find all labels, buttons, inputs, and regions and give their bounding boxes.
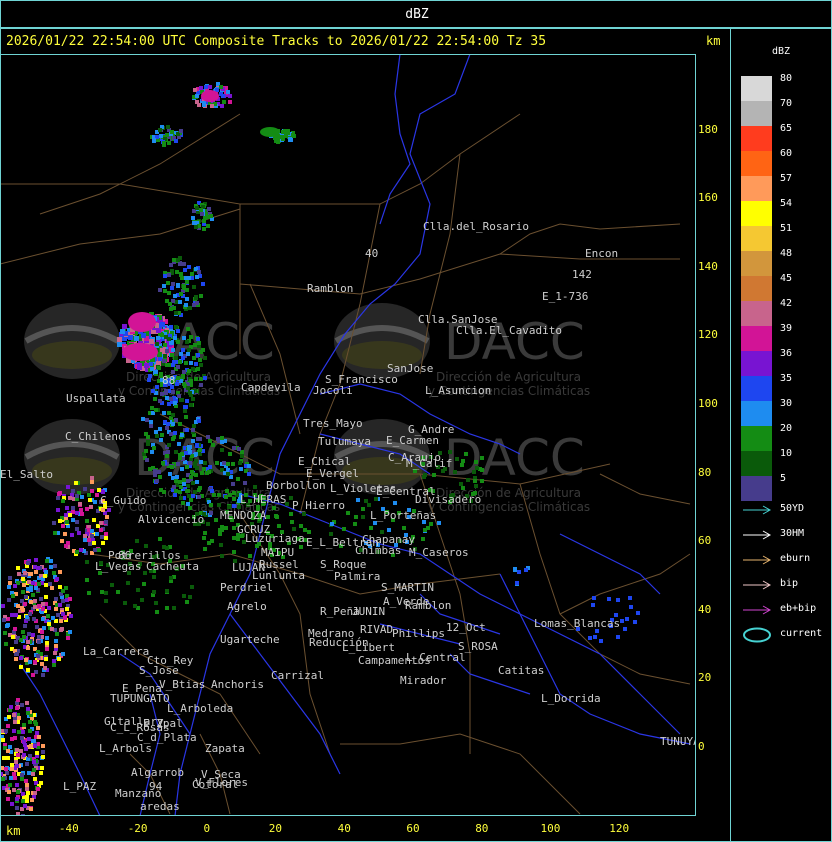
y-tick-label: 40 <box>698 602 712 616</box>
legend-swatch <box>741 201 772 226</box>
legend-swatch <box>741 251 772 276</box>
legend-level-label: 80 <box>780 73 793 84</box>
legend-swatch <box>741 326 772 351</box>
y-tick-label: 20 <box>698 671 712 685</box>
legend-level-label: 39 <box>780 323 793 334</box>
legend-level-label: 45 <box>780 273 793 284</box>
title-bar: dBZ <box>0 0 832 28</box>
track-symbol <box>742 627 774 643</box>
legend-swatch <box>741 301 772 326</box>
track-label: 30HM <box>780 528 805 539</box>
legend-level-label: 36 <box>780 348 793 359</box>
arrow-icon <box>743 580 772 590</box>
x-tick-label: 100 <box>540 822 561 835</box>
legend-swatch <box>741 176 772 201</box>
y-tick-label: 120 <box>698 328 718 342</box>
track-label: eb+bip <box>780 603 817 614</box>
x-tick-label: 120 <box>609 822 630 835</box>
track-symbol <box>742 502 774 516</box>
legend-level-label: 70 <box>780 98 793 109</box>
ellipse-icon <box>743 627 771 643</box>
legend-swatch <box>741 226 772 251</box>
x-tick-label: -20 <box>127 822 148 835</box>
legend-level-label: 10 <box>780 448 793 459</box>
legend-title: dBZ <box>772 46 791 57</box>
y-tick-label: 0 <box>698 740 705 753</box>
x-tick-label: 60 <box>406 822 420 835</box>
legend-swatch <box>741 351 772 376</box>
legend-level-label: 54 <box>780 198 793 209</box>
x-tick-label: 80 <box>475 822 489 835</box>
y-tick-label: 100 <box>698 397 718 410</box>
x-tick-label: 40 <box>337 822 351 835</box>
map-frame <box>0 54 696 816</box>
legend-level-label: 35 <box>780 373 793 384</box>
legend-swatch <box>741 276 772 301</box>
legend-level-label: 20 <box>780 423 793 434</box>
legend-level-label: 30 <box>780 398 793 409</box>
arrow-icon <box>743 505 772 515</box>
km-unit-bottom: km <box>6 824 21 838</box>
arrow-icon <box>743 605 772 615</box>
track-label: eburn <box>780 553 811 564</box>
legend-swatch <box>741 451 772 476</box>
arrow-icon <box>743 555 772 565</box>
legend-swatch <box>741 126 772 151</box>
km-unit-top: km <box>706 34 721 48</box>
y-tick-label: 180 <box>698 122 718 136</box>
legend-swatch <box>741 101 772 126</box>
track-symbol <box>742 602 774 616</box>
x-tick-label: 0 <box>203 822 211 835</box>
y-tick-label: 160 <box>698 191 718 205</box>
x-tick-label: 20 <box>268 822 283 835</box>
legend-swatch <box>741 376 772 401</box>
track-symbol <box>742 577 774 591</box>
track-label: 50YD <box>780 503 805 514</box>
legend-level-label: 5 <box>780 473 787 484</box>
track-symbol <box>742 552 774 566</box>
window-title: dBZ <box>405 7 429 22</box>
track-symbol <box>742 527 774 541</box>
legend-level-label: 51 <box>780 223 793 234</box>
legend-swatch <box>741 76 772 101</box>
legend-level-label: 42 <box>780 298 793 309</box>
legend-level-label: 48 <box>780 248 793 259</box>
legend-swatch <box>741 426 772 451</box>
y-tick-label: 60 <box>698 534 712 548</box>
legend-swatch <box>741 401 772 426</box>
legend-level-label: 65 <box>780 123 793 134</box>
x-tick-label: -40 <box>58 822 79 835</box>
y-tick-label: 80 <box>698 465 712 479</box>
track-label: bip <box>780 578 799 589</box>
legend-level-label: 60 <box>780 148 793 159</box>
legend-swatch <box>741 476 772 501</box>
arrow-icon <box>743 530 772 540</box>
product-header: 2026/01/22 22:54:00 UTC Composite Tracks… <box>6 34 547 49</box>
legend-swatch <box>741 151 772 176</box>
legend-level-label: 57 <box>780 173 793 184</box>
track-label: current <box>780 628 823 639</box>
y-tick-label: 140 <box>698 259 718 273</box>
